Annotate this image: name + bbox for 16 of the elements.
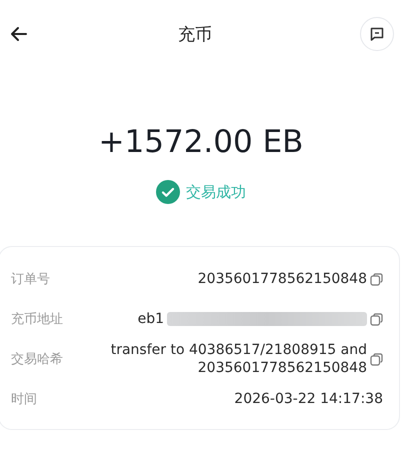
detail-value: eb1 <box>138 310 164 328</box>
amount: +1572.00 EB <box>98 124 304 160</box>
status-text: 交易成功 <box>186 182 246 202</box>
detail-label: 时间 <box>11 391 37 408</box>
copy-icon[interactable] <box>370 352 383 366</box>
detail-value: 2035601778562150848 <box>198 270 367 288</box>
detail-label: 交易哈希 <box>11 351 63 368</box>
message-button[interactable] <box>360 17 394 51</box>
message-icon <box>369 26 385 42</box>
copy-icon[interactable] <box>370 312 383 326</box>
detail-value: 2026-03-22 14:17:38 <box>234 390 383 408</box>
copy-icon[interactable] <box>370 272 383 286</box>
page-title: 充币 <box>178 24 212 46</box>
detail-value: transfer to 40386517/21808915 and 2035601778562150848 <box>110 341 367 378</box>
detail-label: 充币地址 <box>11 311 63 328</box>
detail-label: 订单号 <box>11 271 50 288</box>
